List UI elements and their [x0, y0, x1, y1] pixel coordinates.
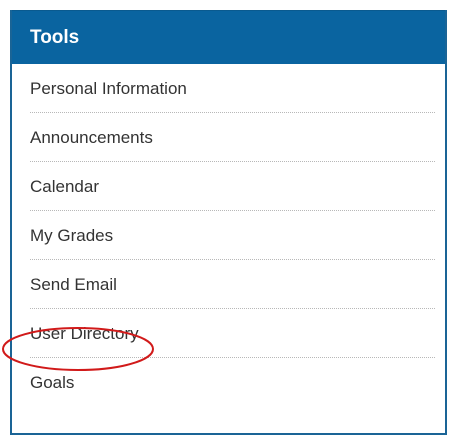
announcements-link[interactable]: Announcements — [30, 113, 435, 162]
list-item: Send Email — [30, 260, 435, 309]
list-item: Goals — [30, 358, 435, 407]
list-item: My Grades — [30, 211, 435, 260]
my-grades-link[interactable]: My Grades — [30, 211, 435, 260]
calendar-link[interactable]: Calendar — [30, 162, 435, 211]
list-item: User Directory — [30, 309, 435, 358]
tools-list: Personal Information Announcements Calen… — [12, 64, 445, 407]
tools-header-title: Tools — [12, 10, 445, 64]
personal-information-link[interactable]: Personal Information — [30, 64, 435, 113]
send-email-link[interactable]: Send Email — [30, 260, 435, 309]
list-item: Personal Information — [30, 64, 435, 113]
list-item: Announcements — [30, 113, 435, 162]
user-directory-link[interactable]: User Directory — [30, 309, 435, 358]
tools-panel: Tools Personal Information Announcements… — [10, 10, 447, 435]
list-item: Calendar — [30, 162, 435, 211]
goals-link[interactable]: Goals — [30, 358, 435, 407]
